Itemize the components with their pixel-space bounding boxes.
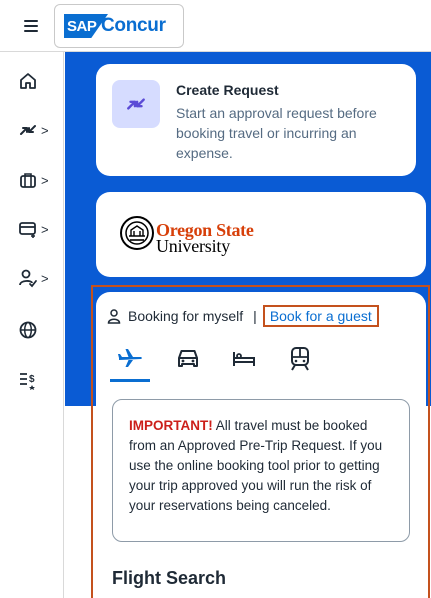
travel-mode-tabs	[108, 344, 408, 382]
rail-item-requests[interactable]: >	[18, 117, 58, 143]
globe-icon	[19, 321, 37, 339]
chevron-right-icon: >	[41, 221, 49, 237]
chevron-right-icon: >	[41, 270, 49, 286]
car-icon	[178, 350, 198, 367]
home-icon	[20, 73, 36, 89]
luggage-icon	[20, 173, 36, 188]
tab-car[interactable]	[168, 344, 208, 382]
tab-flight[interactable]	[110, 344, 150, 382]
create-request-description: Start an approval request before booking…	[176, 105, 377, 161]
create-request-tile	[112, 80, 160, 128]
hotel-bed-icon	[233, 352, 255, 366]
svg-text:$: $	[29, 374, 35, 385]
expense-card-icon	[19, 222, 36, 238]
org-name-line2: University	[156, 236, 230, 256]
rail-item-home[interactable]	[18, 68, 58, 94]
sap-concur-logo[interactable]: SAP Concur	[54, 4, 184, 48]
main-content: Create Request Start an approval request…	[65, 52, 431, 598]
organization-logo-card: Oregon State University	[96, 192, 426, 277]
create-request-title: Create Request	[176, 82, 279, 98]
airplane-icon	[118, 349, 142, 367]
important-notice: IMPORTANT! All travel must be booked fro…	[112, 399, 410, 542]
flight-search-title: Flight Search	[112, 568, 227, 588]
hamburger-menu-icon[interactable]	[20, 16, 44, 36]
rail-item-travel[interactable]: >	[18, 167, 58, 193]
book-for-guest-link[interactable]: Book for a guest	[262, 305, 379, 327]
tab-train[interactable]	[280, 344, 320, 382]
tab-hotel[interactable]	[224, 344, 264, 382]
booking-for-myself-label: Booking for myself	[128, 308, 244, 324]
university-seal-icon	[120, 216, 154, 250]
concur-brand-text: Concur	[101, 15, 166, 36]
chevron-right-icon: >	[41, 122, 49, 138]
booking-panel: Booking for myself | Book for a guest IM…	[96, 292, 426, 598]
travel-request-icon	[127, 98, 145, 110]
chevron-right-icon: >	[41, 172, 49, 188]
user-approve-icon	[19, 269, 37, 288]
rail-item-reports[interactable]: $	[18, 367, 58, 393]
rail-item-approvals[interactable]: >	[18, 265, 58, 291]
booking-for-row: Booking for myself | Book for a guest	[106, 305, 379, 327]
left-nav-rail: > > > > $	[0, 52, 64, 598]
travel-request-icon	[20, 125, 36, 135]
create-request-card[interactable]: Create Request Start an approval request…	[96, 64, 416, 176]
separator: |	[253, 308, 257, 324]
user-icon	[107, 309, 121, 324]
top-header: SAP Concur	[0, 0, 431, 52]
train-icon	[291, 347, 309, 371]
rail-item-language[interactable]	[18, 317, 58, 343]
rail-item-expense[interactable]: >	[18, 216, 58, 242]
list-money-icon: $	[20, 373, 35, 390]
notice-important-label: IMPORTANT!	[129, 418, 213, 433]
